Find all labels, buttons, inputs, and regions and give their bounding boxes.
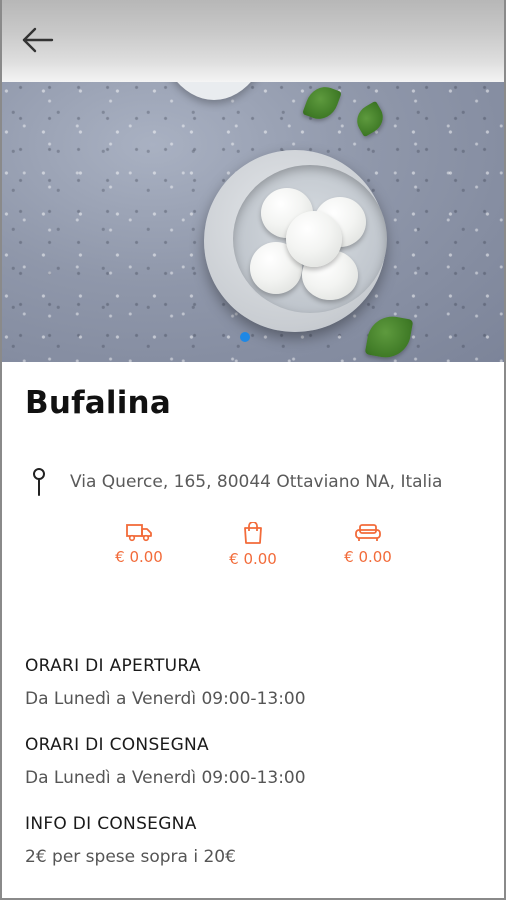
mozzarella-ball [286,211,342,267]
map-pin-icon [33,468,45,496]
delivery-cost: € 0.00 [99,522,179,566]
delivery-hours-text: Da Lunedì a Venerdì 09:00-13:00 [25,768,306,788]
service-cost: € 0.00 [328,522,408,566]
minimum-order: € 0.00 [213,522,293,568]
service-cost-value: € 0.00 [344,548,392,566]
address-row[interactable]: Via Querce, 165, 80044 Ottaviano NA, Ita… [30,467,442,497]
sofa-icon [355,524,381,541]
carousel-indicator-active[interactable] [240,332,250,342]
opening-hours-text: Da Lunedì a Venerdì 09:00-13:00 [25,689,306,709]
delivery-cost-value: € 0.00 [115,548,163,566]
delivery-info-title: INFO DI CONSEGNA [25,814,197,834]
store-address: Via Querce, 165, 80044 Ottaviano NA, Ita… [70,472,443,492]
top-app-bar [2,0,504,82]
delivery-truck-icon [126,524,152,542]
opening-hours-title: ORARI DI APERTURA [25,656,201,676]
delivery-info-text: 2€ per spese sopra i 20€ [25,847,236,867]
store-name: Bufalina [25,385,171,421]
back-button[interactable] [20,24,60,56]
minimum-order-value: € 0.00 [229,550,277,568]
shopping-bag-icon [244,522,262,544]
arrow-left-icon [22,27,54,53]
delivery-hours-title: ORARI DI CONSEGNA [25,735,209,755]
